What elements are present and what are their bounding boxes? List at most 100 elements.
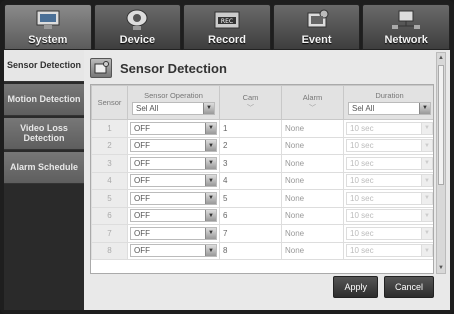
table-row: 4 OFF ▼ 4 None 10 sec ▼	[91, 171, 433, 190]
chevron-down-icon: ▼	[205, 122, 216, 134]
duration-select[interactable]: 10 sec ▼	[346, 156, 433, 170]
tab-device[interactable]: Device	[93, 4, 182, 50]
sensor-table: Sensor Sensor Operation Sel All ▼ Cam ﹀ Al…	[90, 84, 434, 274]
cancel-button[interactable]: Cancel	[383, 276, 434, 298]
alarm-cell[interactable]: None	[281, 154, 344, 173]
sidebar-item-motion-detection[interactable]: Motion Detection	[4, 84, 84, 116]
scrollbar[interactable]: ▲ ▼	[436, 52, 446, 274]
operation-select[interactable]: OFF ▼	[130, 139, 217, 153]
cam-cell[interactable]: 8	[219, 241, 282, 260]
table-row: 2 OFF ▼ 2 None 10 sec ▼	[91, 136, 433, 155]
settings-window: System Device REC Record Event Network S…	[0, 0, 454, 314]
operation-select[interactable]: OFF ▼	[130, 174, 217, 188]
chevron-down-icon: ▼	[205, 210, 216, 222]
chevron-down-icon: ▼	[421, 140, 432, 152]
duration-select-all[interactable]: Sel All ▼	[348, 101, 431, 115]
scroll-up-icon[interactable]: ▲	[437, 53, 445, 63]
operation-select[interactable]: OFF ▼	[130, 191, 217, 205]
scroll-down-icon[interactable]: ▼	[437, 263, 445, 273]
operation-cell: OFF ▼	[127, 171, 220, 190]
sidebar-item-alarm-schedule[interactable]: Alarm Schedule	[4, 152, 84, 184]
alarm-cell[interactable]: None	[281, 119, 344, 138]
page-title: Sensor Detection	[120, 60, 227, 76]
action-buttons: Apply Cancel	[333, 276, 434, 298]
alarm-value: None	[285, 123, 305, 133]
sensor-number-value: 6	[107, 211, 112, 221]
duration-select[interactable]: 10 sec ▼	[346, 226, 433, 240]
duration-select[interactable]: 10 sec ▼	[346, 139, 433, 153]
sensor-number-value: 3	[107, 158, 112, 168]
cam-value: 3	[223, 158, 228, 168]
cam-cell[interactable]: 1	[219, 119, 282, 138]
duration-select[interactable]: 10 sec ▼	[346, 191, 433, 205]
operation-value: OFF	[134, 193, 150, 203]
table-row: 8 OFF ▼ 8 None 10 sec ▼	[91, 241, 433, 260]
col-operation-label: Sensor Operation	[144, 90, 203, 100]
alarm-cell[interactable]: None	[281, 136, 344, 155]
chevron-down-icon: ▼	[421, 227, 432, 239]
duration-value: 10 sec	[350, 228, 374, 238]
operation-select[interactable]: OFF ▼	[130, 209, 217, 223]
duration-select[interactable]: 10 sec ▼	[346, 174, 433, 188]
alarm-value: None	[285, 141, 305, 151]
duration-cell: 10 sec ▼	[343, 206, 433, 225]
table-row: 5 OFF ▼ 5 None 10 sec ▼	[91, 189, 433, 208]
tab-record[interactable]: REC Record	[183, 4, 271, 50]
apply-button[interactable]: Apply	[333, 276, 378, 298]
col-duration: Duration Sel All ▼	[343, 85, 433, 120]
duration-value: 10 sec	[350, 211, 374, 221]
chevron-down-icon: ▼	[205, 175, 216, 187]
event-icon	[307, 9, 329, 28]
cam-cell[interactable]: 2	[219, 136, 282, 155]
operation-select-all[interactable]: Sel All ▼	[132, 101, 215, 115]
tab-system[interactable]: System	[4, 4, 92, 50]
cam-value: 1	[223, 123, 228, 133]
alarm-cell[interactable]: None	[281, 224, 344, 243]
table-row: 3 OFF ▼ 3 None 10 sec ▼	[91, 154, 433, 173]
sidebar-item-label: Motion Detection	[7, 93, 81, 104]
operation-select[interactable]: OFF ▼	[130, 121, 217, 135]
duration-cell: 10 sec ▼	[343, 119, 433, 138]
sidebar-item-video-loss-detection[interactable]: Video Loss Detection	[4, 118, 84, 150]
operation-cell: OFF ▼	[127, 206, 220, 225]
duration-select[interactable]: 10 sec ▼	[346, 209, 433, 223]
chevron-down-icon: ▼	[421, 175, 432, 187]
alarm-cell[interactable]: None	[281, 171, 344, 190]
sensor-number: 4	[91, 171, 128, 190]
cam-cell[interactable]: 5	[219, 189, 282, 208]
duration-cell: 10 sec ▼	[343, 189, 433, 208]
alarm-cell[interactable]: None	[281, 189, 344, 208]
tab-event[interactable]: Event	[272, 4, 361, 50]
col-duration-label: Duration	[375, 90, 404, 100]
cam-cell[interactable]: 4	[219, 171, 282, 190]
table-body: 1 OFF ▼ 1 None 10 sec ▼ 2 OFF ▼ 2 None 10 sec ▼ 3 OFF ▼ 3…	[91, 119, 433, 260]
operation-select[interactable]: OFF ▼	[130, 156, 217, 170]
alarm-cell[interactable]: None	[281, 241, 344, 260]
col-alarm[interactable]: Alarm ﹀	[281, 85, 344, 120]
col-sensor-label: Sensor	[97, 98, 122, 107]
cam-cell[interactable]: 3	[219, 154, 282, 173]
operation-select[interactable]: OFF ▼	[130, 226, 217, 240]
alarm-value: None	[285, 158, 305, 168]
duration-value: 10 sec	[350, 176, 374, 186]
cam-cell[interactable]: 7	[219, 224, 282, 243]
tab-network[interactable]: Network	[362, 4, 450, 50]
col-cam[interactable]: Cam ﹀	[219, 85, 282, 120]
sidebar-item-sensor-detection[interactable]: Sensor Detection	[4, 50, 84, 82]
chevron-down-icon: ﹀	[247, 104, 254, 112]
alarm-cell[interactable]: None	[281, 206, 344, 225]
sidebar-item-label: Alarm Schedule	[9, 161, 79, 172]
scroll-thumb[interactable]	[438, 65, 444, 185]
operation-select[interactable]: OFF ▼	[130, 244, 217, 258]
duration-select[interactable]: 10 sec ▼	[346, 244, 433, 258]
chevron-down-icon: ▼	[205, 227, 216, 239]
duration-select[interactable]: 10 sec ▼	[346, 121, 433, 135]
cam-cell[interactable]: 6	[219, 206, 282, 225]
duration-value: 10 sec	[350, 141, 374, 151]
duration-cell: 10 sec ▼	[343, 171, 433, 190]
sensor-number-value: 8	[107, 246, 112, 256]
table-row: 1 OFF ▼ 1 None 10 sec ▼	[91, 119, 433, 138]
cam-value: 8	[223, 246, 228, 256]
monitor-icon	[36, 10, 60, 29]
operation-value: OFF	[134, 211, 150, 221]
